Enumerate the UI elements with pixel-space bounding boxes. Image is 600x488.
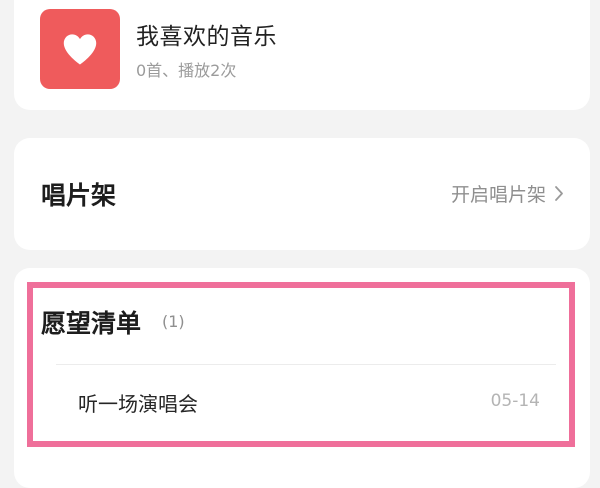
liked-music-title: 我喜欢的音乐 xyxy=(136,24,277,50)
chevron-right-icon xyxy=(554,185,564,202)
liked-music-card[interactable]: 我喜欢的音乐 0首、播放2次 xyxy=(14,0,590,110)
wishlist-item[interactable]: 听一场演唱会 05-14 xyxy=(56,376,556,428)
open-record-shelf-label: 开启唱片架 xyxy=(450,183,546,206)
wishlist-item-name: 听一场演唱会 xyxy=(78,392,198,416)
record-shelf-card: 唱片架 开启唱片架 xyxy=(14,138,590,250)
heart-icon xyxy=(63,34,97,65)
record-shelf-title: 唱片架 xyxy=(41,181,117,210)
wishlist-title: 愿望清单 xyxy=(41,309,142,338)
liked-music-subtitle: 0首、播放2次 xyxy=(136,61,237,80)
wishlist-card: 愿望清单 (1) 听一场演唱会 05-14 xyxy=(14,268,590,488)
wishlist-item-date: 05-14 xyxy=(490,391,540,411)
wishlist-count: (1) xyxy=(162,312,185,331)
open-record-shelf-link[interactable]: 开启唱片架 xyxy=(451,178,564,208)
divider xyxy=(56,364,556,365)
liked-music-cover xyxy=(40,9,120,89)
